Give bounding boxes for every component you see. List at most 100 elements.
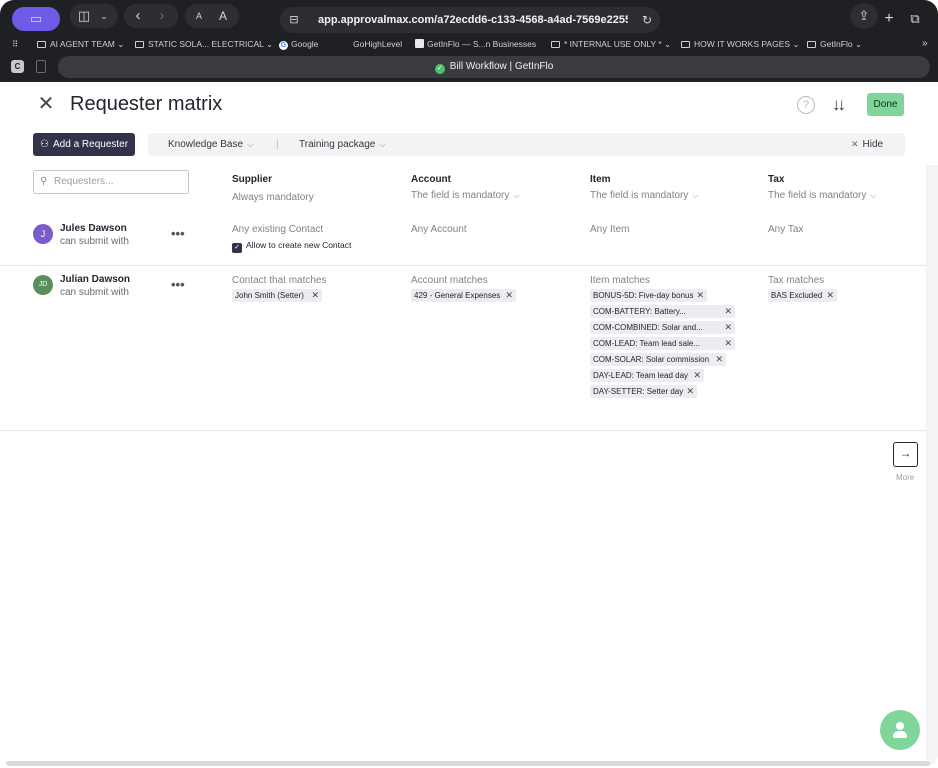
tab-favicon[interactable]: C bbox=[11, 60, 24, 73]
remove-icon[interactable]: ✕ bbox=[311, 289, 319, 302]
share-button[interactable]: ⇪ bbox=[850, 4, 878, 28]
reload-icon[interactable]: ↻ bbox=[640, 7, 654, 33]
account-chip[interactable]: 429 - General Expenses ✕ bbox=[411, 289, 516, 302]
forward-icon[interactable]: › bbox=[154, 4, 170, 28]
requester-subtitle: can submit with bbox=[60, 287, 129, 298]
bookmarks-overflow-icon[interactable]: » bbox=[922, 36, 928, 52]
sidebar-toggle-button[interactable]: ▭ bbox=[12, 7, 60, 31]
supplier-mandatory-note: Always mandatory bbox=[232, 192, 314, 203]
bookmark-link[interactable]: GetInFlo — S...n Businesses bbox=[415, 36, 536, 52]
training-package-dropdown[interactable]: Training package ⌵ bbox=[299, 133, 385, 156]
hide-button[interactable]: ✕ Hide bbox=[851, 133, 883, 156]
item-mandatory-dropdown[interactable]: The field is mandatory ⌵ bbox=[590, 190, 698, 201]
bookmarks-bar: ⠿ AI AGENT TEAM ⌄ STATIC SOLA... ELECTRI… bbox=[0, 36, 938, 52]
bookmark-label: AI AGENT TEAM bbox=[50, 39, 115, 49]
remove-icon[interactable]: ✕ bbox=[724, 321, 732, 334]
text-size-buttons: A A bbox=[185, 4, 239, 28]
tab-overview-icon: ◫ bbox=[77, 8, 91, 23]
item-chip[interactable]: DAY-SETTER: Setter day ✕ bbox=[590, 385, 697, 398]
bookmark-folder[interactable]: STATIC SOLA... ELECTRICAL ⌄ bbox=[135, 36, 273, 52]
active-tab[interactable]: ✓ Bill Workflow | GetInFlo bbox=[58, 56, 930, 78]
item-chip[interactable]: BONUS-5D: Five-day bonus ✕ bbox=[590, 289, 707, 302]
chip-label: COM-LEAD: Team lead sale... bbox=[593, 339, 701, 348]
more-options-icon[interactable]: ••• bbox=[171, 227, 185, 240]
bookmark-label: GetInFlo bbox=[820, 39, 853, 49]
tab-overview-button[interactable]: ◫ ⌄ bbox=[70, 4, 118, 28]
item-chip[interactable]: COM-BATTERY: Battery... ✕ bbox=[590, 305, 735, 318]
side-panel-edge bbox=[926, 165, 938, 765]
remove-icon[interactable]: ✕ bbox=[826, 289, 834, 302]
remove-icon[interactable]: ✕ bbox=[724, 337, 732, 350]
remove-icon[interactable]: ✕ bbox=[715, 353, 723, 366]
share-icon: ⇪ bbox=[858, 8, 870, 23]
item-chip[interactable]: DAY-LEAD: Team lead day ✕ bbox=[590, 369, 704, 382]
folder-icon bbox=[807, 41, 816, 48]
chat-support-button[interactable] bbox=[880, 710, 920, 750]
remove-icon[interactable]: ✕ bbox=[696, 289, 704, 302]
chip-label: John Smith (Setter) bbox=[235, 291, 304, 300]
chevron-down-icon: ⌵ bbox=[870, 191, 877, 200]
allow-create-contact-checkbox[interactable]: ✓ Allow to create new Contact bbox=[232, 240, 351, 253]
account-mandatory-label: The field is mandatory bbox=[411, 190, 510, 201]
item-chip[interactable]: COM-COMBINED: Solar and... ✕ bbox=[590, 321, 735, 334]
knowledge-bar: Knowledge Base ⌵ | Training package ⌵ ✕ Hid… bbox=[148, 133, 905, 156]
search-placeholder: Requesters... bbox=[54, 176, 114, 187]
tax-value: Tax matches bbox=[768, 275, 825, 286]
getinflo-icon bbox=[415, 39, 424, 48]
close-icon[interactable]: ✕ bbox=[36, 94, 56, 114]
add-user-icon: ⚇ bbox=[40, 139, 49, 150]
text-larger-icon[interactable]: A bbox=[215, 4, 231, 28]
bookmark-label: Google bbox=[291, 39, 319, 49]
page-settings-icon[interactable]: ⊟ bbox=[286, 7, 302, 33]
chevron-down-icon: ⌵ bbox=[692, 191, 699, 200]
bookmark-folder[interactable]: * INTERNAL USE ONLY * ⌄ bbox=[551, 36, 671, 52]
tax-chip[interactable]: BAS Excluded ✕ bbox=[768, 289, 837, 302]
bookmarks-grid-icon[interactable]: ⠿ bbox=[12, 36, 18, 52]
bookmark-label: * INTERNAL USE ONLY * bbox=[564, 39, 662, 49]
item-chip[interactable]: COM-SOLAR: Solar commission ✕ bbox=[590, 353, 726, 366]
sort-icon[interactable]: ↓↓ bbox=[832, 95, 846, 115]
account-value: Any Account bbox=[411, 224, 467, 235]
training-package-label: Training package bbox=[299, 139, 376, 150]
back-icon[interactable]: ‹ bbox=[130, 4, 146, 28]
account-value: Account matches bbox=[411, 275, 488, 286]
add-requester-button[interactable]: ⚇ Add a Requester bbox=[33, 133, 135, 156]
chip-label: BONUS-5D: Five-day bonus bbox=[593, 291, 694, 300]
folder-icon bbox=[551, 41, 560, 48]
new-tab-icon[interactable]: + bbox=[881, 7, 897, 31]
remove-icon[interactable]: ✕ bbox=[693, 369, 701, 382]
remove-icon[interactable]: ✕ bbox=[686, 385, 694, 398]
bookmark-label: GoHighLevel bbox=[353, 39, 403, 49]
help-icon[interactable]: ? bbox=[797, 96, 815, 114]
bookmark-link[interactable]: G Google bbox=[279, 36, 318, 52]
item-value: Any Item bbox=[590, 224, 630, 235]
horizontal-scrollbar[interactable] bbox=[6, 761, 930, 766]
account-mandatory-dropdown[interactable]: The field is mandatory ⌵ bbox=[411, 190, 519, 201]
supplier-chip[interactable]: John Smith (Setter) ✕ bbox=[232, 289, 322, 302]
more-options-icon[interactable]: ••• bbox=[171, 278, 185, 291]
remove-icon[interactable]: ✕ bbox=[724, 305, 732, 318]
done-button[interactable]: Done bbox=[867, 93, 904, 116]
search-icon: ⚲ bbox=[40, 176, 48, 187]
tax-mandatory-dropdown[interactable]: The field is mandatory ⌵ bbox=[768, 190, 876, 201]
bookmark-folder[interactable]: GetInFlo ⌄ bbox=[807, 36, 862, 52]
bookmark-folder[interactable]: AI AGENT TEAM ⌄ bbox=[37, 36, 124, 52]
tabs-icon[interactable]: ⧉ bbox=[907, 7, 923, 31]
pinned-tab-icon[interactable] bbox=[36, 60, 46, 73]
row-divider bbox=[0, 430, 938, 431]
chip-label: COM-COMBINED: Solar and... bbox=[593, 323, 703, 332]
knowledge-base-dropdown[interactable]: Knowledge Base ⌵ bbox=[168, 133, 253, 156]
search-input[interactable]: ⚲ Requesters... bbox=[33, 170, 189, 194]
more-button[interactable]: → bbox=[893, 442, 918, 467]
tab-bar: C ✓ Bill Workflow | GetInFlo bbox=[0, 54, 938, 80]
requester-name: Julian Dawson bbox=[60, 274, 131, 285]
item-chip[interactable]: COM-LEAD: Team lead sale... ✕ bbox=[590, 337, 735, 350]
bookmark-label: GetInFlo — S...n Businesses bbox=[427, 39, 537, 49]
bookmark-folder[interactable]: HOW IT WORKS PAGES ⌄ bbox=[681, 36, 800, 52]
remove-icon[interactable]: ✕ bbox=[505, 289, 513, 302]
bookmark-link[interactable]: GoHighLevel bbox=[353, 36, 402, 52]
folder-icon bbox=[135, 41, 144, 48]
address-bar[interactable]: ⊟ app.approvalmax.com/a72ecdd6-c133-4568… bbox=[280, 7, 660, 33]
chevron-down-icon: ⌵ bbox=[379, 140, 386, 149]
text-smaller-icon[interactable]: A bbox=[192, 4, 206, 28]
